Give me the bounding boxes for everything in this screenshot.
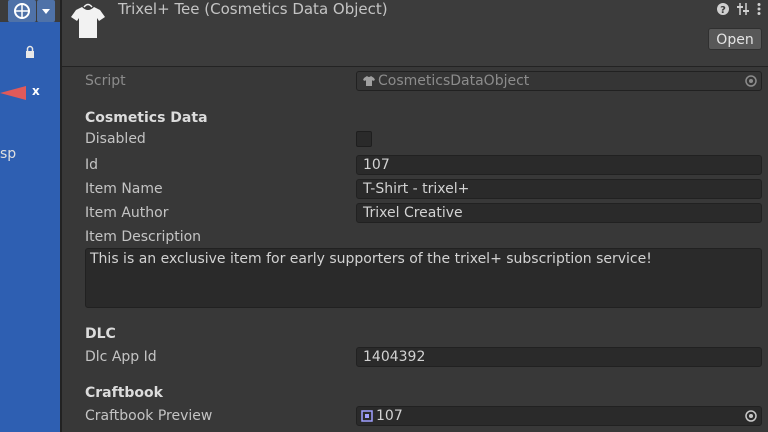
chevron-down-icon xyxy=(42,9,50,14)
help-icon[interactable]: ? xyxy=(716,2,730,16)
tshirt-icon xyxy=(71,3,105,38)
disabled-checkbox[interactable] xyxy=(356,131,372,147)
gizmo-icon xyxy=(14,3,30,19)
scene-view[interactable]: x sp xyxy=(0,0,60,432)
svg-text:?: ? xyxy=(720,5,726,16)
open-button[interactable]: Open xyxy=(708,28,762,50)
tshirt-small-icon xyxy=(363,76,375,86)
script-value: CosmeticsDataObject xyxy=(378,73,530,89)
craftbook-preview-value: 107 xyxy=(376,408,403,424)
item-author-label: Item Author xyxy=(85,205,169,221)
object-picker-icon[interactable] xyxy=(744,409,758,423)
craftbook-preview-field[interactable]: 107 xyxy=(356,406,762,426)
scene-toolbar xyxy=(0,0,60,22)
object-title: Trixel+ Tee (Cosmetics Data Object) xyxy=(118,0,388,18)
id-field[interactable]: 107 xyxy=(356,155,762,175)
script-field: CosmeticsDataObject xyxy=(356,71,762,91)
dlc-app-id-label: Dlc App Id xyxy=(85,349,157,365)
gizmo-button[interactable] xyxy=(8,0,36,22)
axis-x-cone-icon[interactable] xyxy=(0,84,28,102)
item-name-label: Item Name xyxy=(85,181,163,197)
lock-icon[interactable] xyxy=(24,45,36,59)
item-author-field[interactable]: Trixel Creative xyxy=(356,203,762,223)
scriptable-object-icon xyxy=(361,410,373,422)
item-name-field[interactable]: T-Shirt - trixel+ xyxy=(356,179,762,199)
header-icons: ? xyxy=(716,2,762,16)
object-picker-icon xyxy=(745,75,757,87)
craftbook-header: Craftbook xyxy=(85,385,163,401)
cosmetics-data-header: Cosmetics Data xyxy=(85,110,208,126)
gizmo-dropdown-button[interactable] xyxy=(37,0,55,22)
dlc-app-id-field[interactable]: 1404392 xyxy=(356,347,762,367)
craftbook-preview-label: Craftbook Preview xyxy=(85,408,213,424)
inspector-header: Trixel+ Tee (Cosmetics Data Object) ? Op… xyxy=(62,0,768,67)
item-description-label: Item Description xyxy=(85,229,202,245)
id-label: Id xyxy=(85,157,99,173)
item-description-textarea[interactable]: This is an exclusive item for early supp… xyxy=(85,248,762,308)
settings-sliders-icon[interactable] xyxy=(736,2,750,16)
disabled-label: Disabled xyxy=(85,131,146,147)
axis-x-label: x xyxy=(32,84,40,98)
more-options-icon[interactable] xyxy=(756,2,762,16)
script-label: Script xyxy=(85,73,126,89)
perspective-label[interactable]: sp xyxy=(0,146,16,162)
dlc-header: DLC xyxy=(85,326,116,342)
